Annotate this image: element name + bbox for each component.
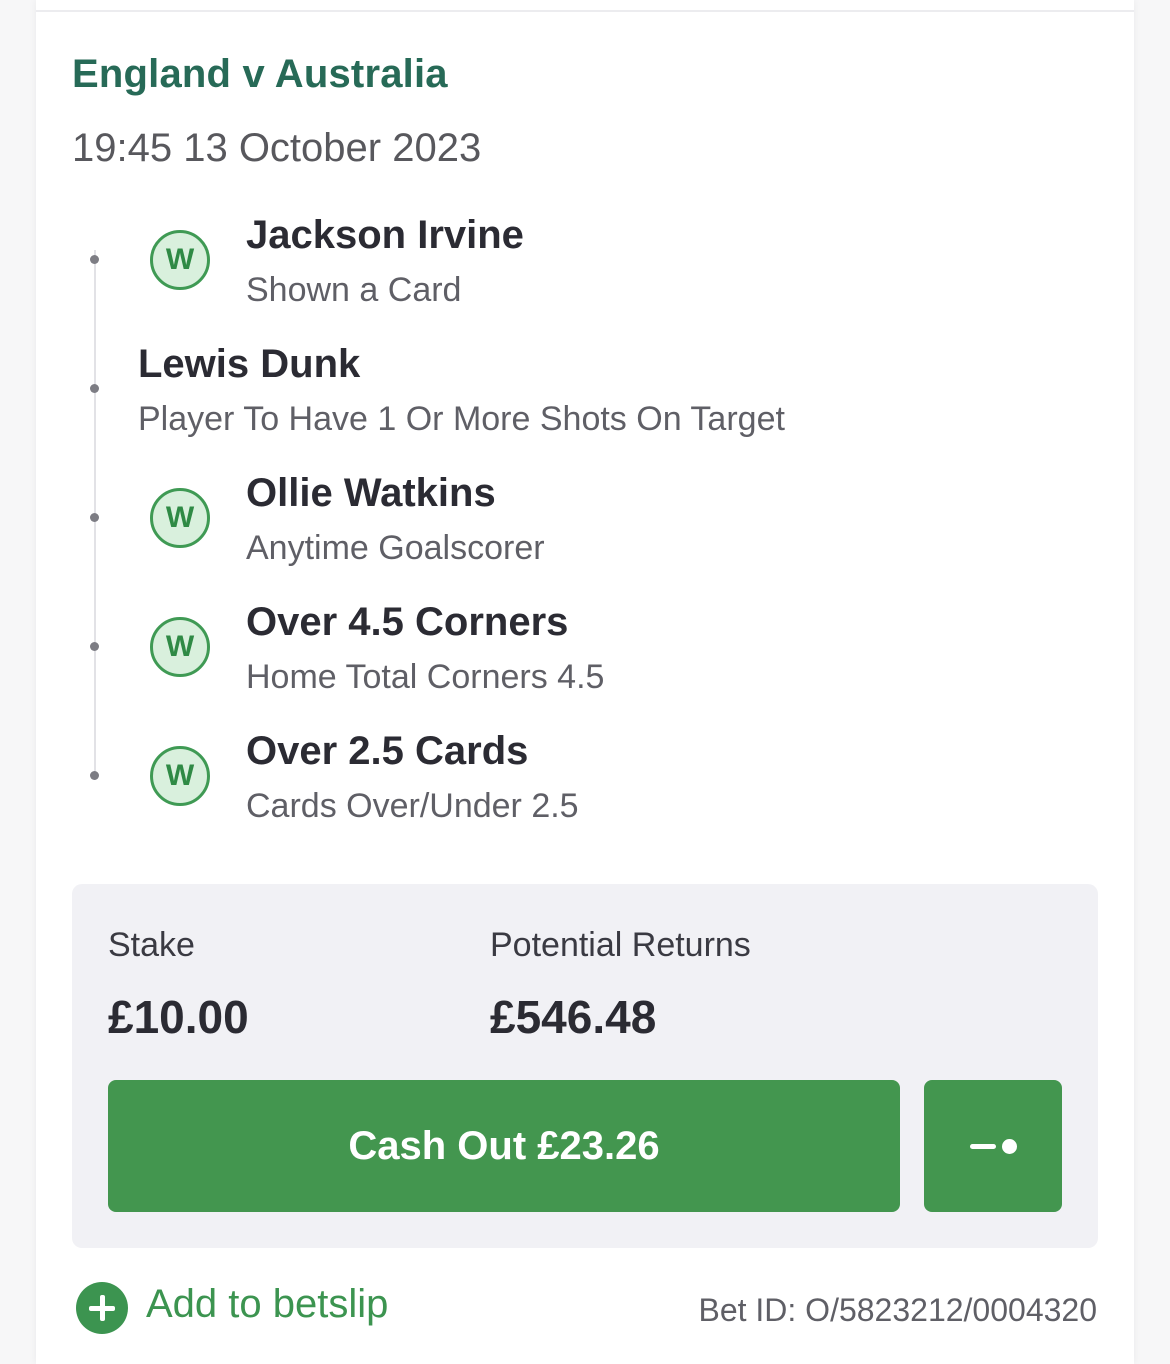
bet-id: Bet ID: O/5823212/0004320 (698, 1292, 1097, 1328)
timeline-dot (90, 642, 99, 651)
divider (36, 10, 1134, 12)
win-badge-icon: W (150, 617, 210, 677)
timeline-dot (90, 771, 99, 780)
selection-market: Player To Have 1 Or More Shots On Target (138, 400, 785, 438)
bet-card: England v Australia 19:45 13 October 202… (36, 0, 1134, 1364)
plus-circle-icon[interactable] (76, 1282, 128, 1334)
selection-name: Over 4.5 Corners (246, 600, 569, 644)
timeline-dot (90, 255, 99, 264)
selection-item: W Over 4.5 Corners Home Total Corners 4.… (36, 592, 1134, 702)
cash-out-button[interactable]: Cash Out £23.26 (108, 1080, 900, 1212)
win-badge-icon: W (150, 746, 210, 806)
stake-value: £10.00 (108, 991, 249, 1043)
timeline-dot (90, 513, 99, 522)
selection-item: W Over 2.5 Cards Cards Over/Under 2.5 (36, 721, 1134, 831)
event-datetime: 19:45 13 October 2023 (72, 126, 482, 170)
selection-market: Cards Over/Under 2.5 (246, 787, 579, 825)
slider-knob-icon (1002, 1139, 1017, 1154)
partial-cash-out-button[interactable] (924, 1080, 1062, 1212)
timeline-dot (90, 384, 99, 393)
selection-item: W Jackson Irvine Shown a Card (36, 205, 1134, 315)
partial-cashout-slider-icon (970, 1144, 996, 1149)
win-badge-icon: W (150, 488, 210, 548)
event-title[interactable]: England v Australia (72, 52, 448, 97)
selection-item: Lewis Dunk Player To Have 1 Or More Shot… (36, 334, 1134, 444)
selection-market: Shown a Card (246, 271, 462, 309)
selection-name: Over 2.5 Cards (246, 729, 529, 773)
bet-summary-panel: Stake Potential Returns £10.00 £546.48 C… (72, 884, 1098, 1248)
stake-label: Stake (108, 926, 195, 964)
selection-market: Anytime Goalscorer (246, 529, 545, 567)
selection-item: W Ollie Watkins Anytime Goalscorer (36, 463, 1134, 573)
add-to-betslip-link[interactable]: Add to betslip (146, 1282, 388, 1327)
selection-name: Lewis Dunk (138, 342, 361, 386)
returns-label: Potential Returns (490, 926, 751, 964)
selection-name: Ollie Watkins (246, 471, 496, 515)
plus-vertical (100, 1295, 105, 1321)
selection-name: Jackson Irvine (246, 213, 524, 257)
returns-value: £546.48 (490, 991, 657, 1043)
selection-market: Home Total Corners 4.5 (246, 658, 605, 696)
win-badge-icon: W (150, 230, 210, 290)
